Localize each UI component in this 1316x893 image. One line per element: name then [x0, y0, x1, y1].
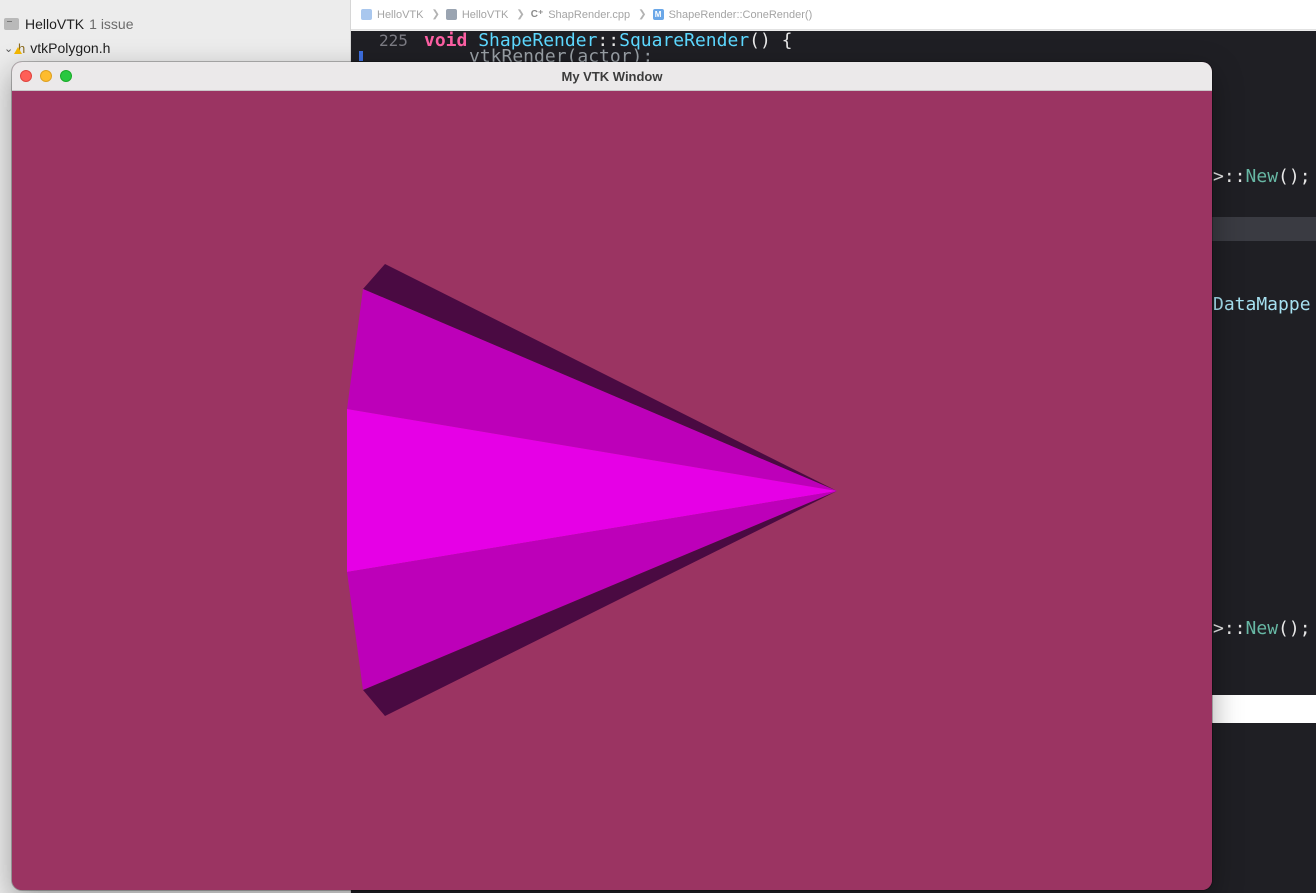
window-title: My VTK Window	[561, 68, 663, 84]
chevron-right-icon: ❯	[638, 9, 647, 20]
cone-render	[347, 264, 837, 716]
breadcrumb-label: HelloVTK	[461, 8, 509, 21]
window-titlebar[interactable]: My VTK Window	[12, 62, 1212, 91]
method-icon: M	[652, 9, 664, 20]
issue-count[interactable]: 1 issue	[89, 16, 133, 32]
breadcrumb-folder[interactable]: HelloVTK	[445, 8, 509, 21]
project-icon	[361, 9, 372, 20]
folder-icon	[445, 9, 457, 20]
chevron-right-icon: ❯	[431, 9, 440, 20]
render-viewport[interactable]	[12, 91, 1212, 890]
breadcrumb-label: HelloVTK	[377, 8, 424, 21]
chevron-right-icon: ❯	[516, 9, 525, 20]
breadcrumb-file[interactable]: C⁺ ShapRender.cpp	[531, 9, 630, 21]
cpp-file-icon: C⁺	[530, 9, 544, 20]
code-fragment: >::New();	[1213, 618, 1311, 639]
breadcrumb-method[interactable]: M ShapeRender::ConeRender()	[652, 8, 813, 21]
breadcrumb-project[interactable]: HelloVTK	[361, 9, 423, 21]
jump-bar: HelloVTK ❯ HelloVTK ❯ C⁺ ShapRender.cpp …	[351, 0, 1316, 30]
file-name: vtkPolygon.h	[30, 40, 111, 56]
code-fragment: >::New();	[1213, 166, 1311, 187]
breadcrumb-label: ShapRender.cpp	[548, 8, 631, 21]
file-row[interactable]: ⌄ h vtkPolygon.h	[4, 37, 110, 59]
current-line-highlight	[1212, 217, 1316, 241]
maximize-button[interactable]	[60, 70, 72, 82]
breadcrumb-label: ShapeRender::ConeRender()	[668, 8, 813, 21]
vtk-render-window[interactable]: My VTK Window	[12, 62, 1212, 890]
minimize-button[interactable]	[40, 70, 52, 82]
change-marker	[359, 51, 363, 61]
warning-icon	[14, 46, 22, 54]
project-icon	[4, 18, 19, 30]
project-name: HelloVTK	[25, 16, 85, 32]
code-fragment: DataMappe	[1213, 294, 1311, 315]
header-file-icon: h	[14, 41, 25, 56]
editor-overlay-band	[1212, 695, 1316, 723]
close-button[interactable]	[20, 70, 32, 82]
project-row[interactable]: HelloVTK 1 issue	[4, 13, 134, 35]
line-number: 225	[379, 31, 408, 50]
